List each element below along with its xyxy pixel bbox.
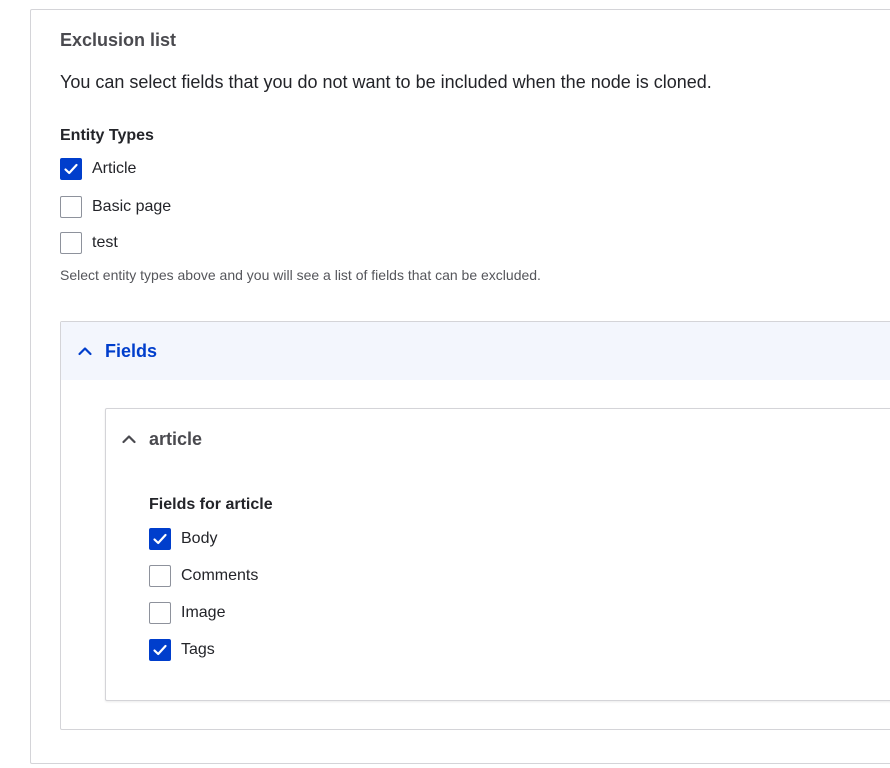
article-details: article Fields for article Body Comments	[105, 408, 890, 701]
exclusion-list-panel: Exclusion list You can select fields tha…	[30, 9, 890, 764]
entity-types-help: Select entity types above and you will s…	[60, 267, 541, 283]
checkbox-tags-box[interactable]	[149, 639, 171, 661]
fields-for-article-label: Fields for article	[149, 496, 273, 513]
checkbox-comments-box[interactable]	[149, 565, 171, 587]
fields-details: Fields article Fields for article Body C…	[60, 321, 890, 730]
section-title: Exclusion list	[60, 30, 177, 50]
chevron-up-icon	[78, 347, 92, 356]
chevron-up-icon	[122, 435, 136, 444]
fields-summary[interactable]: Fields	[61, 322, 890, 380]
checkbox-test[interactable]: test	[60, 231, 118, 255]
checkbox-article-box[interactable]	[60, 158, 82, 180]
check-icon	[64, 163, 78, 175]
check-icon	[153, 533, 167, 545]
checkbox-basic-page-box[interactable]	[60, 196, 82, 218]
checkbox-comments[interactable]: Comments	[149, 564, 258, 588]
checkbox-body-box[interactable]	[149, 528, 171, 550]
checkbox-image-label: Image	[181, 604, 226, 621]
check-icon	[153, 644, 167, 656]
article-summary-title: article	[149, 428, 203, 449]
checkbox-article[interactable]: Article	[60, 157, 136, 181]
checkbox-basic-page-label: Basic page	[92, 198, 172, 215]
checkbox-body-label: Body	[181, 530, 218, 547]
section-description: You can select fields that you do not wa…	[60, 72, 712, 92]
article-summary[interactable]: article	[106, 409, 890, 469]
checkbox-image[interactable]: Image	[149, 601, 225, 625]
checkbox-comments-label: Comments	[181, 567, 259, 584]
checkbox-image-box[interactable]	[149, 602, 171, 624]
checkbox-test-box[interactable]	[60, 232, 82, 254]
checkbox-tags-label: Tags	[181, 641, 215, 658]
entity-types-label: Entity Types	[60, 127, 154, 144]
checkbox-basic-page[interactable]: Basic page	[60, 195, 171, 219]
checkbox-article-label: Article	[92, 160, 137, 177]
checkbox-tags[interactable]: Tags	[149, 638, 215, 662]
checkbox-body[interactable]: Body	[149, 527, 217, 551]
fields-summary-title: Fields	[105, 340, 158, 361]
checkbox-test-label: test	[92, 234, 118, 251]
